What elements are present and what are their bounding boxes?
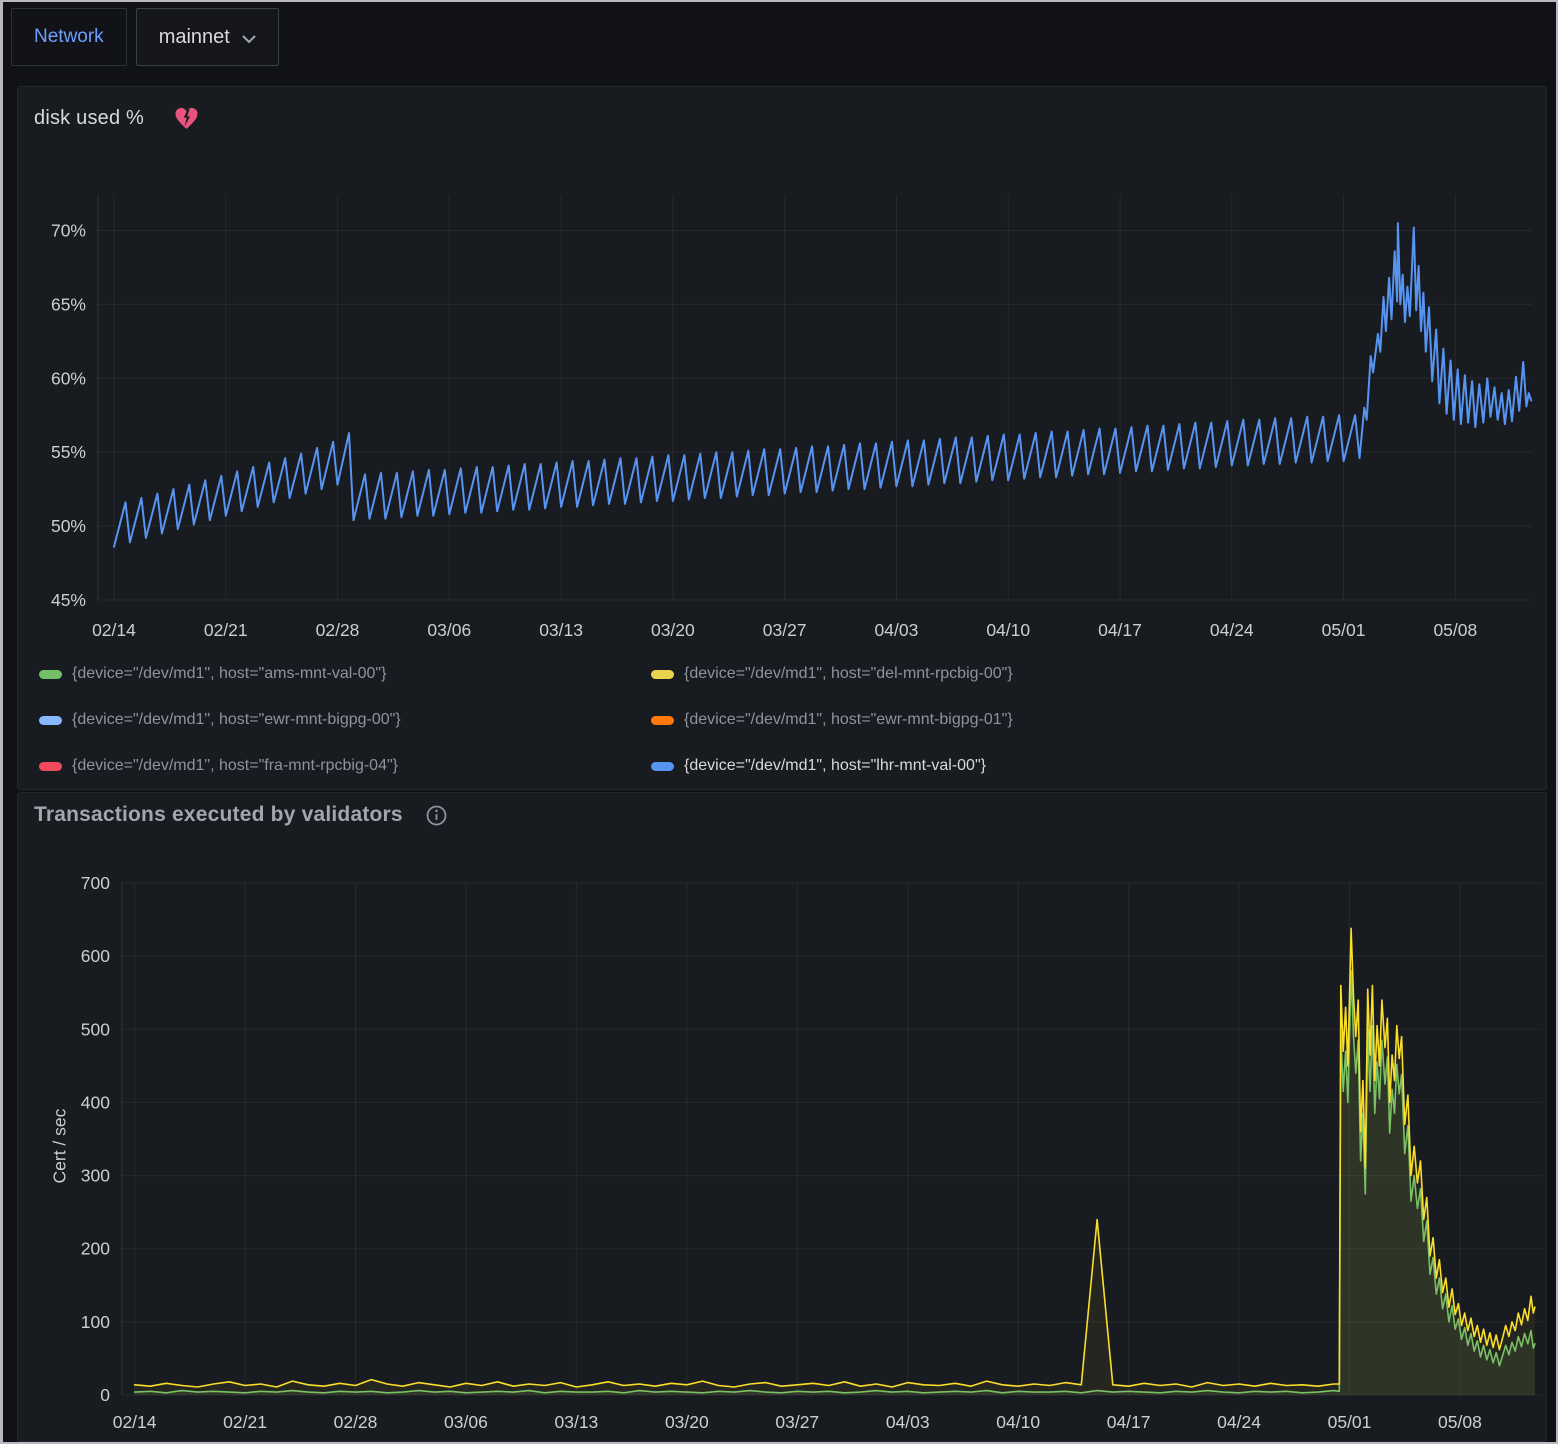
svg-text:03/06: 03/06 — [444, 1412, 488, 1432]
panel-title[interactable]: Transactions executed by validators — [34, 803, 403, 827]
svg-text:04/24: 04/24 — [1210, 620, 1254, 640]
svg-text:50%: 50% — [51, 516, 86, 536]
svg-text:02/28: 02/28 — [316, 620, 360, 640]
svg-text:02/14: 02/14 — [92, 620, 136, 640]
legend-item[interactable]: {device="/dev/md1", host="ams-mnt-val-00… — [39, 651, 651, 697]
svg-text:400: 400 — [81, 1092, 110, 1112]
legend-swatch — [651, 670, 674, 679]
svg-text:100: 100 — [81, 1312, 110, 1332]
svg-text:05/01: 05/01 — [1328, 1412, 1372, 1432]
svg-text:04/17: 04/17 — [1107, 1412, 1151, 1432]
svg-text:60%: 60% — [51, 368, 86, 388]
svg-text:500: 500 — [81, 1019, 110, 1039]
network-value[interactable]: mainnet — [159, 26, 230, 49]
svg-text:04/24: 04/24 — [1217, 1412, 1261, 1432]
svg-text:03/06: 03/06 — [427, 620, 471, 640]
svg-text:600: 600 — [81, 946, 110, 966]
svg-text:02/28: 02/28 — [334, 1412, 378, 1432]
dashboard-variables: Network mainnet — [11, 8, 279, 66]
panel-disk-used: disk used % 45% 50% 55% 60% 65% 70% 02/14 02/21… — [17, 86, 1547, 790]
disk-used-legend: {device="/dev/md1", host="ams-mnt-val-00… — [39, 651, 1519, 789]
svg-text:700: 700 — [81, 873, 110, 893]
svg-text:45%: 45% — [51, 590, 86, 610]
legend-swatch — [39, 762, 62, 771]
legend-item[interactable]: {device="/dev/md1", host="fra-mnt-rpcbig… — [39, 743, 651, 789]
network-variable-label: Network — [11, 8, 127, 66]
svg-text:03/20: 03/20 — [665, 1412, 709, 1432]
svg-text:02/21: 02/21 — [223, 1412, 267, 1432]
legend-label: {device="/dev/md1", host="lhr-mnt-val-00… — [684, 757, 986, 775]
panel-transactions: Transactions executed by validators Cert… — [17, 792, 1547, 1442]
svg-text:02/14: 02/14 — [113, 1412, 157, 1432]
svg-text:03/27: 03/27 — [763, 620, 807, 640]
chevron-down-icon — [242, 35, 256, 44]
svg-text:03/13: 03/13 — [539, 620, 583, 640]
legend-item[interactable]: {device="/dev/md1", host="lhr-mnt-val-00… — [651, 743, 1519, 789]
transactions-chart[interactable]: 0 100 200 300 400 500 600 700 02/14 02/21 02/28 03/… — [18, 855, 1548, 1443]
svg-text:03/27: 03/27 — [775, 1412, 819, 1432]
legend-item[interactable]: {device="/dev/md1", host="ewr-mnt-bigpg-… — [39, 697, 651, 743]
svg-text:04/10: 04/10 — [996, 1412, 1040, 1432]
svg-text:300: 300 — [81, 1166, 110, 1186]
svg-text:04/03: 04/03 — [886, 1412, 930, 1432]
svg-text:04/17: 04/17 — [1098, 620, 1142, 640]
svg-text:200: 200 — [81, 1239, 110, 1259]
legend-label: {device="/dev/md1", host="del-mnt-rpcbig… — [684, 665, 1013, 683]
network-variable-select[interactable]: mainnet — [136, 8, 279, 66]
legend-swatch — [39, 670, 62, 679]
svg-text:05/08: 05/08 — [1438, 1412, 1482, 1432]
legend-label: {device="/dev/md1", host="ewr-mnt-bigpg-… — [72, 711, 401, 729]
legend-swatch — [39, 716, 62, 725]
broken-heart-icon — [174, 107, 199, 130]
svg-text:65%: 65% — [51, 294, 86, 314]
svg-text:04/10: 04/10 — [986, 620, 1030, 640]
info-icon[interactable] — [425, 804, 448, 827]
legend-label: {device="/dev/md1", host="fra-mnt-rpcbig… — [72, 757, 398, 775]
legend-label: {device="/dev/md1", host="ewr-mnt-bigpg-… — [684, 711, 1013, 729]
panel-disk-used-header[interactable]: disk used % — [18, 87, 1546, 130]
legend-label: {device="/dev/md1", host="ams-mnt-val-00… — [72, 665, 386, 683]
legend-item[interactable]: {device="/dev/md1", host="ewr-mnt-bigpg-… — [651, 697, 1519, 743]
svg-text:70%: 70% — [51, 220, 86, 240]
legend-item[interactable]: {device="/dev/md1", host="del-mnt-rpcbig… — [651, 651, 1519, 697]
svg-text:55%: 55% — [51, 442, 86, 462]
svg-text:02/21: 02/21 — [204, 620, 248, 640]
svg-text:05/01: 05/01 — [1322, 620, 1366, 640]
panel-transactions-header[interactable]: Transactions executed by validators — [18, 793, 1546, 827]
svg-text:0: 0 — [100, 1385, 110, 1405]
svg-text:03/20: 03/20 — [651, 620, 695, 640]
disk-used-chart[interactable]: 45% 50% 55% 60% 65% 70% 02/14 02/21 02/28 03/06 03… — [18, 183, 1548, 653]
legend-swatch — [651, 716, 674, 725]
svg-text:05/08: 05/08 — [1433, 620, 1477, 640]
network-label: Network — [34, 26, 104, 48]
legend-swatch — [651, 762, 674, 771]
svg-text:04/03: 04/03 — [875, 620, 919, 640]
panel-title[interactable]: disk used % — [34, 107, 144, 130]
svg-text:03/13: 03/13 — [555, 1412, 599, 1432]
